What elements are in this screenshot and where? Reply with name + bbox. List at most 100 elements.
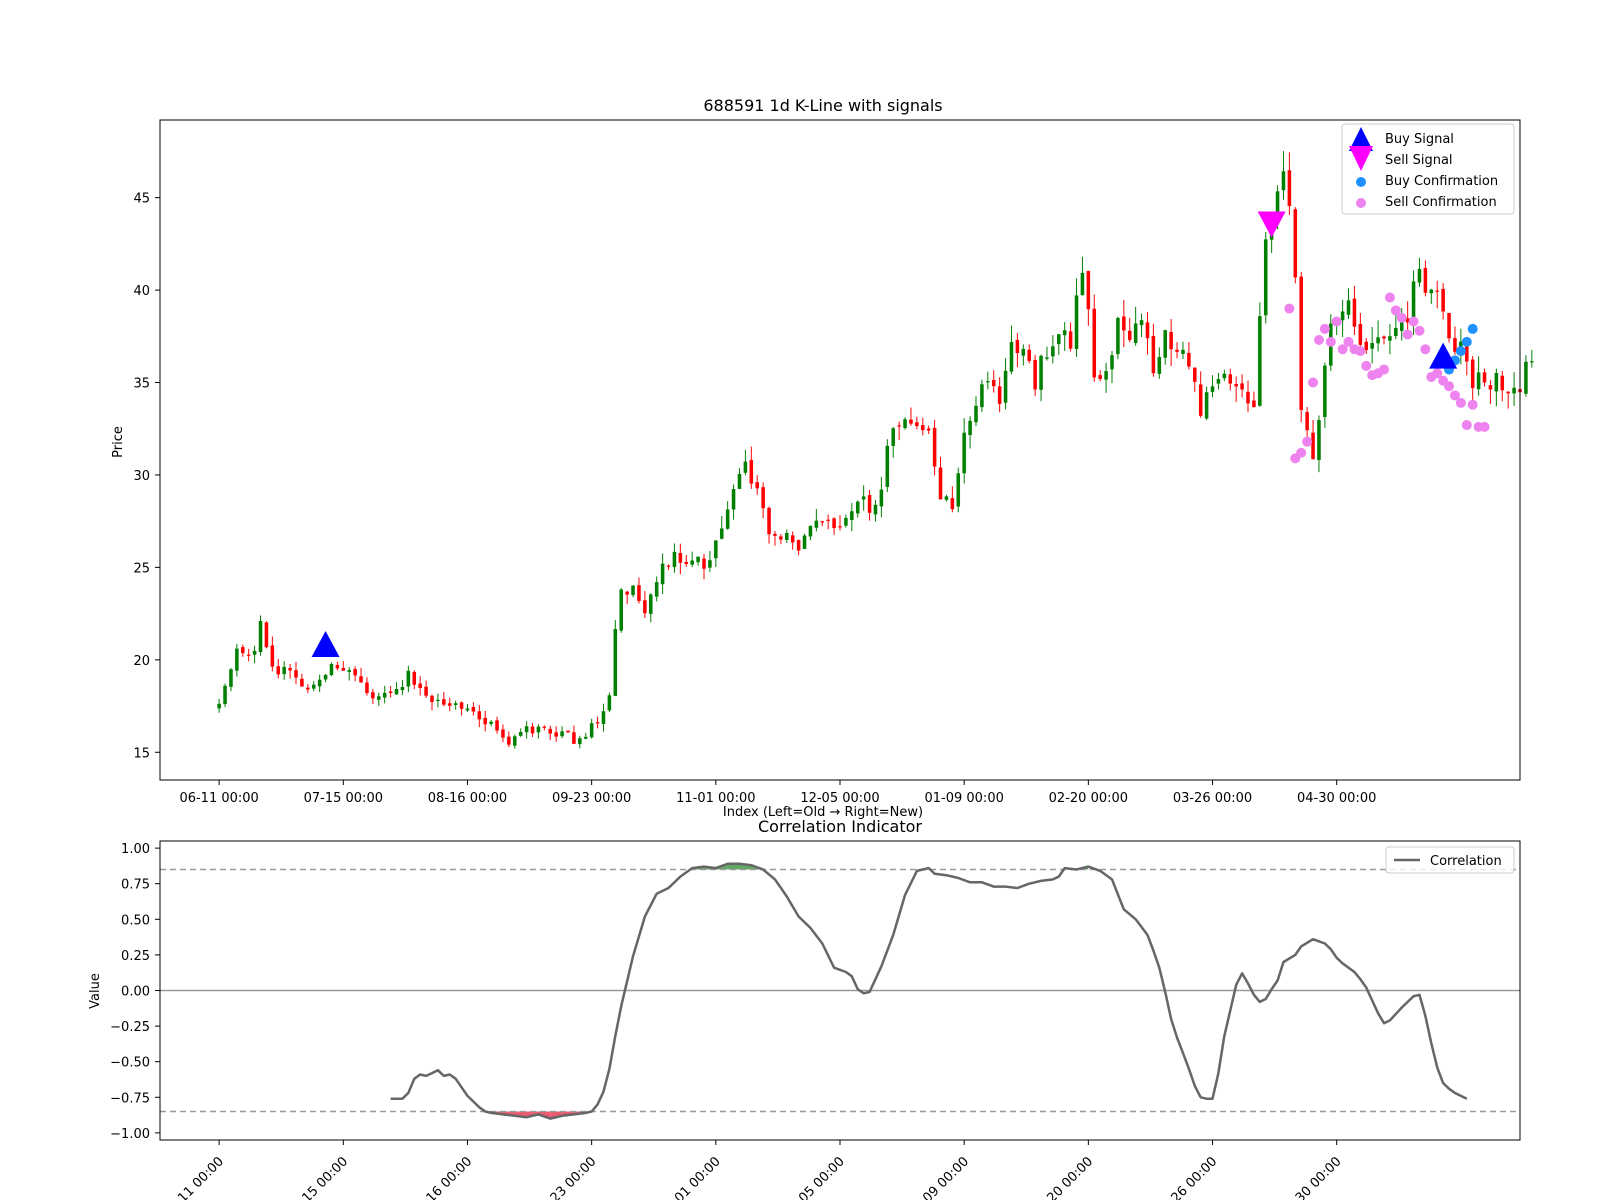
chart-title: 688591 1d K-Line with signals: [703, 96, 942, 115]
candle-body: [1145, 322, 1150, 339]
y-axis-label: Price: [111, 426, 126, 458]
candle-body: [702, 558, 706, 569]
candle-body: [1488, 385, 1493, 390]
y-tick-label: 0.25: [121, 949, 150, 964]
candle-body: [873, 504, 878, 515]
candle-body: [329, 664, 334, 676]
candle-body: [578, 738, 582, 745]
y-tick-label: 1.00: [121, 842, 150, 857]
bottom-chart: Correlation Indicator Value 1.00 0.75 0.50…: [88, 817, 1521, 1200]
candle-body: [1470, 359, 1475, 389]
top-plot-frame: [159, 119, 1521, 781]
sell-confirmation-point: [1355, 346, 1366, 357]
candle-body: [1512, 387, 1516, 394]
candle-body: [666, 565, 671, 567]
candle-body: [708, 560, 712, 568]
y-tick-label: −0.25: [110, 1020, 150, 1035]
candle-body: [223, 685, 227, 705]
sell-confirmation-point: [1420, 344, 1431, 355]
candle-body: [1098, 375, 1102, 379]
buy-confirmation-point: [1455, 346, 1466, 357]
y-tick-label: 20: [133, 654, 150, 669]
candle-body: [513, 736, 517, 746]
candle-body: [1092, 308, 1097, 378]
candle-body: [1305, 412, 1309, 431]
candle-body: [572, 732, 576, 744]
candle-body: [802, 535, 807, 549]
candle-body: [306, 687, 310, 690]
candle-body: [861, 496, 866, 500]
candle-body: [672, 551, 677, 568]
candle-body: [1204, 392, 1209, 419]
candle-body: [731, 489, 736, 510]
candle-body: [1506, 391, 1510, 394]
candle-body: [867, 495, 872, 513]
legend-label-buy-confirmation: Buy Confirmation: [1385, 174, 1498, 189]
candle-body: [442, 699, 446, 705]
candle-body: [1175, 349, 1179, 352]
candle-body: [347, 670, 351, 672]
candle-body: [654, 582, 659, 597]
candle-body: [785, 532, 789, 541]
candle-body: [459, 702, 464, 709]
candle-body: [595, 722, 600, 724]
legend-label-sell-confirmation: Sell Confirmation: [1385, 195, 1497, 210]
bottom-x-ticks: 06-11 00:00 07-15 00:00 08-16 00:00 09-23 0…: [160, 1140, 1345, 1200]
candle-body: [554, 732, 558, 737]
candle-body: [1388, 336, 1392, 341]
candle-body: [1086, 271, 1091, 310]
candle-body: [1376, 337, 1380, 344]
top-legend: Buy Signal Sell Signal Buy Confirmation …: [1341, 123, 1515, 215]
candle-body: [1441, 288, 1445, 312]
candle-body: [1057, 334, 1061, 345]
candle-body: [418, 683, 422, 688]
candle-body: [311, 684, 316, 689]
candle-body: [1293, 209, 1298, 278]
candle-body: [1222, 373, 1227, 379]
candle-body: [1364, 341, 1369, 351]
candle-body: [589, 723, 594, 738]
candle-body: [1003, 370, 1008, 403]
candle-body: [252, 650, 257, 655]
candle-body: [926, 428, 931, 431]
candle-body: [1299, 276, 1303, 410]
candle-body: [501, 729, 505, 738]
candle-body: [1122, 316, 1126, 331]
bottom-y-ticks: 1.00 0.75 0.50 0.25 0.00 −0.25 −0.50 −0.75 −1.00: [110, 842, 160, 1142]
candle-body: [1252, 400, 1256, 408]
candle-body: [932, 427, 937, 467]
candle-body: [660, 563, 665, 585]
candle-body: [430, 695, 434, 703]
candle-body: [1080, 272, 1085, 296]
sell-confirmation-point: [1455, 397, 1466, 408]
candle-body: [1210, 386, 1215, 392]
x-tick-label: 07-15 00:00: [304, 791, 383, 806]
candle-body: [406, 670, 411, 687]
candle-body: [566, 730, 570, 733]
candle-body: [838, 526, 842, 528]
candle-body: [601, 711, 606, 725]
candle-body: [1417, 268, 1422, 283]
candle-body: [241, 647, 245, 654]
x-tick-label: 06-11 00:00: [160, 1154, 227, 1200]
candle-body: [341, 667, 346, 671]
candle-body: [690, 560, 694, 565]
correlation-y-axis-label: Value: [88, 973, 103, 1009]
candle-body: [1116, 318, 1120, 355]
sell-confirmation-point: [1284, 303, 1295, 314]
y-tick-label: 35: [133, 377, 150, 392]
candle-body: [1104, 371, 1108, 380]
candle-body: [382, 692, 387, 698]
candle-body: [855, 501, 860, 514]
candle-body: [991, 379, 996, 387]
candle-body: [1021, 348, 1026, 356]
candle-body: [1009, 342, 1014, 372]
x-tick-label: 04-30 00:00: [1297, 791, 1376, 806]
candle-body: [725, 509, 730, 529]
candle-body: [1346, 300, 1351, 315]
x-tick-label: 06-11 00:00: [179, 791, 258, 806]
candle-body: [1281, 171, 1286, 191]
candle-body: [1500, 375, 1505, 391]
candle-body: [915, 422, 919, 426]
sell-confirmation-point: [1325, 336, 1336, 347]
